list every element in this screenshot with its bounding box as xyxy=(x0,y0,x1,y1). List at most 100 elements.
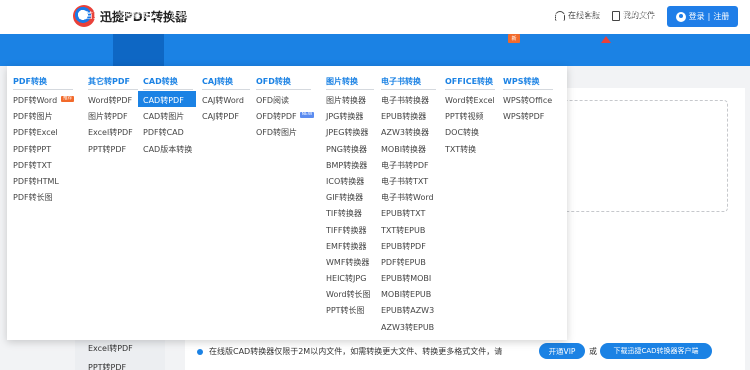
menu-item[interactable]: EPUB转换器 xyxy=(381,112,436,128)
nav-home[interactable]: 首页 xyxy=(85,10,101,21)
nav-translate[interactable]: 文档文本翻译 xyxy=(222,10,278,21)
menu-item[interactable]: EPUB转AZW3 xyxy=(381,306,436,322)
menu-item[interactable]: OFD转图片 xyxy=(256,128,311,144)
menu-item[interactable]: PNG转换器 xyxy=(326,145,374,161)
login-register-button[interactable]: 登录 | 注册 xyxy=(667,6,738,27)
menu-column-cad: CAD转换 CAD转PDF CAD转图片 PDF转CAD CAD版本转换 xyxy=(143,76,193,161)
menu-item[interactable]: Excel转PDF xyxy=(88,128,138,144)
menu-item[interactable]: 电子书转TXT xyxy=(381,177,436,193)
menu-item[interactable]: CAD转图片 xyxy=(143,112,193,128)
download-client-button[interactable]: 下载迅捷CAD转换器客户端 xyxy=(600,343,712,359)
menu-item[interactable]: TXT转换 xyxy=(445,145,495,161)
menu-item[interactable]: PDF转PPT xyxy=(13,145,73,161)
menu-item-label: CAD转图片 xyxy=(143,112,185,122)
menu-item[interactable]: AZW3转换器 xyxy=(381,128,436,144)
menu-item[interactable]: WMF转换器 xyxy=(326,258,374,274)
menu-item[interactable]: CAJ转PDF xyxy=(202,112,250,128)
nav-doc-process[interactable]: 文档处理 xyxy=(170,10,210,21)
menu-item[interactable]: PDF转Word 推荐 xyxy=(13,96,75,112)
menu-item-label: Excel转PDF xyxy=(88,128,133,138)
menu-item[interactable]: EPUB转PDF xyxy=(381,242,436,258)
menu-item[interactable]: Word转PDF xyxy=(88,96,138,112)
menu-item[interactable]: PPT转PDF xyxy=(88,145,138,161)
sidebar-item-ppt-to-pdf[interactable]: PPT转PDF xyxy=(88,362,126,370)
menu-item[interactable]: TXT转EPUB xyxy=(381,226,436,242)
menu-item[interactable]: WPS转Office xyxy=(503,96,553,112)
open-vip-button[interactable]: 开通VIP xyxy=(539,343,585,359)
menu-item[interactable]: PDF转图片 xyxy=(13,112,73,128)
menu-item-label: 图片转PDF xyxy=(88,112,128,122)
menu-item-label: PPT转视频 xyxy=(445,112,484,122)
menu-item-label: EPUB转TXT xyxy=(381,209,426,219)
menu-item[interactable]: PDF转长图 xyxy=(13,193,73,209)
menu-item[interactable]: OFD阅读 xyxy=(256,96,311,112)
menu-item[interactable]: PPT转长图 xyxy=(326,306,374,322)
menu-item[interactable]: Word转Excel xyxy=(445,96,495,112)
menu-item[interactable]: JPEG转换器 xyxy=(326,128,374,144)
nav-plagiarism[interactable]: 论文查重 xyxy=(473,10,513,21)
menu-item[interactable]: DOC转换 xyxy=(445,128,495,144)
menu-item[interactable]: PDF转Excel xyxy=(13,128,73,144)
menu-item[interactable]: MOBI转换器 xyxy=(381,145,436,161)
menu-item-label: Word转Excel xyxy=(445,96,495,105)
column-divider xyxy=(202,89,250,90)
menu-item-label: AZW3转EPUB xyxy=(381,322,435,332)
menu-item[interactable]: EPUB转TXT xyxy=(381,209,436,225)
menu-item-label: EPUB转MOBI xyxy=(381,274,432,284)
menu-item[interactable]: JPG转换器 xyxy=(326,112,374,128)
menu-item[interactable]: WPS转PDF xyxy=(503,112,553,128)
menu-item[interactable]: TIF转换器 xyxy=(326,209,374,225)
menu-item[interactable]: 电子书转换器 xyxy=(381,96,436,112)
menu-item-label: PDF转EPUB xyxy=(381,257,426,267)
menu-item-label: CAD转PDF xyxy=(143,96,184,105)
menu-item[interactable]: 图片转PDF xyxy=(88,112,138,128)
menu-item-label: PDF转Word xyxy=(13,96,58,105)
nav-client[interactable]: 客户端 xyxy=(622,10,654,21)
menu-item[interactable]: 电子书转PDF xyxy=(381,161,436,177)
menu-item[interactable]: TIFF转换器 xyxy=(326,226,374,242)
menu-item-label: PDF转CAD xyxy=(143,128,184,138)
menu-column-heading: CAD转换 xyxy=(143,77,178,86)
menu-item[interactable]: CAD版本转换 xyxy=(143,145,193,161)
login-label[interactable]: 登录 xyxy=(689,11,705,22)
register-label[interactable]: 注册 xyxy=(713,11,729,22)
menu-item-label: 电子书转TXT xyxy=(381,176,429,186)
menu-column-wps: WPS转换 WPS转Office WPS转PDF xyxy=(503,76,553,128)
nav-doc-convert[interactable]: 文档转换 xyxy=(117,10,157,21)
menu-item[interactable]: HEIC转JPG xyxy=(326,274,374,290)
menu-item[interactable]: AZW3转EPUB xyxy=(381,323,436,339)
menu-item-label: OFD阅读 xyxy=(256,96,290,105)
menu-item-label: PDF转HTML xyxy=(13,176,59,186)
nav-speech[interactable]: 语音识别 xyxy=(291,10,331,21)
chevron-down-icon xyxy=(272,13,278,18)
arrow-up-indicator-icon xyxy=(601,36,611,43)
menu-item[interactable]: GIF转换器 xyxy=(326,193,374,209)
nav-ocr[interactable]: 图片文字识别 xyxy=(343,10,399,21)
menu-item[interactable]: 电子书转Word xyxy=(381,193,436,209)
menu-item[interactable]: PDF转HTML xyxy=(13,177,73,193)
menu-item-label: MOBI转EPUB xyxy=(381,290,432,300)
menu-item[interactable]: 图片转换器 xyxy=(326,96,374,112)
menu-item[interactable]: ICO转换器 xyxy=(326,177,374,193)
menu-item[interactable]: Word转长图 xyxy=(326,290,374,306)
menu-item[interactable]: OFD转PDF NEW xyxy=(256,112,315,128)
menu-item[interactable]: CAD转PDF xyxy=(143,96,193,112)
menu-item[interactable]: PPT转视频 xyxy=(445,112,495,128)
menu-item-label: EPUB转AZW3 xyxy=(381,306,435,316)
menu-item[interactable]: PDF转CAD xyxy=(143,128,193,144)
menu-item[interactable]: CAJ转Word xyxy=(202,96,250,112)
chevron-down-icon xyxy=(325,13,331,18)
sidebar-item-excel-to-pdf[interactable]: Excel转PDF xyxy=(88,343,133,354)
menu-item[interactable]: MOBI转EPUB xyxy=(381,290,436,306)
nav-features[interactable]: 特色功能 xyxy=(525,10,565,21)
chevron-up-icon xyxy=(151,13,157,18)
nav-ai-tools[interactable]: AI工具 xyxy=(578,10,610,21)
menu-item-label: WMF转换器 xyxy=(326,257,370,267)
menu-item[interactable]: PDF转EPUB xyxy=(381,258,436,274)
menu-item[interactable]: PDF转TXT xyxy=(13,161,73,177)
menu-item[interactable]: BMP转换器 xyxy=(326,161,374,177)
nav-av-convert[interactable]: 音视频转换 xyxy=(412,10,460,21)
column-divider xyxy=(381,89,436,90)
menu-item[interactable]: EMF转换器 xyxy=(326,242,374,258)
menu-item[interactable]: EPUB转MOBI xyxy=(381,274,436,290)
